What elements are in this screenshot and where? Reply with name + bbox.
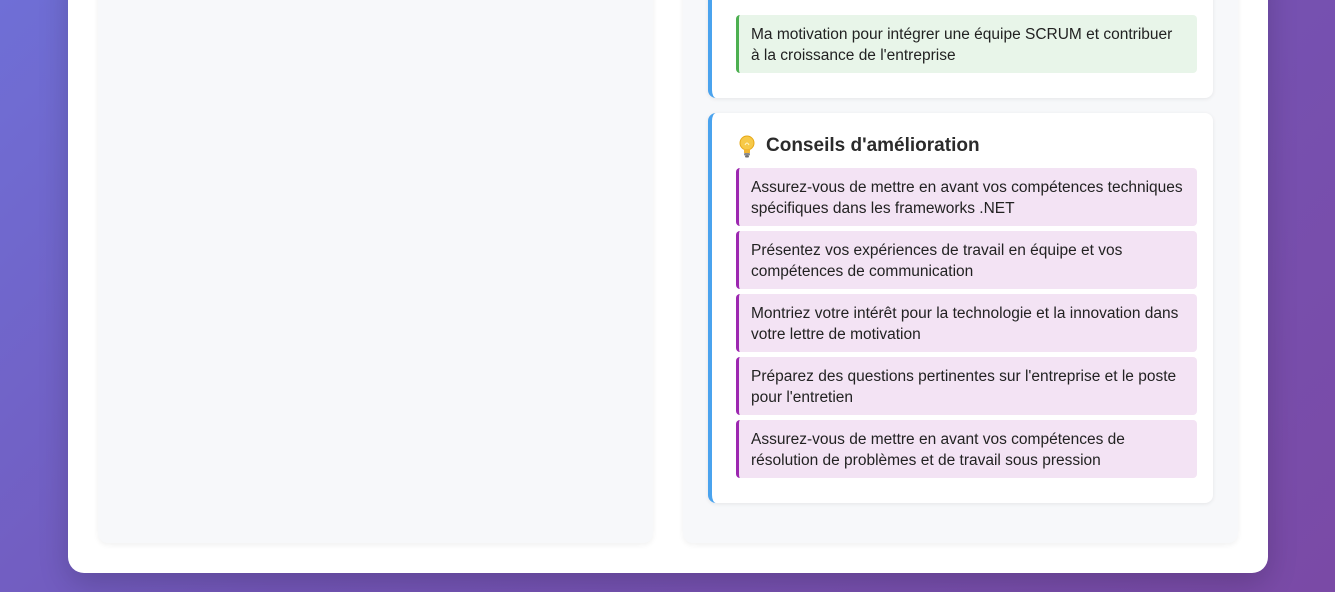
- advice-title-text: Conseils d'amélioration: [766, 135, 980, 156]
- advice-item: Montriez votre intérêt pour la technolog…: [736, 294, 1197, 352]
- strength-item: Ma motivation pour intégrer une équipe S…: [736, 15, 1197, 73]
- lightbulb-icon: [736, 133, 758, 159]
- strengths-card: ... Ma motivation pour intégrer une équi…: [708, 0, 1213, 98]
- advice-item: Assurez-vous de mettre en avant vos comp…: [736, 168, 1197, 226]
- advice-section-title: Conseils d'amélioration: [736, 133, 980, 159]
- advice-item: Présentez vos expériences de travail en …: [736, 231, 1197, 289]
- advice-item: Préparez des questions pertinentes sur l…: [736, 357, 1197, 415]
- advice-item: Assurez-vous de mettre en avant vos comp…: [736, 420, 1197, 478]
- advice-card: Conseils d'amélioration Assurez-vous de …: [708, 113, 1213, 503]
- left-panel: [98, 0, 653, 543]
